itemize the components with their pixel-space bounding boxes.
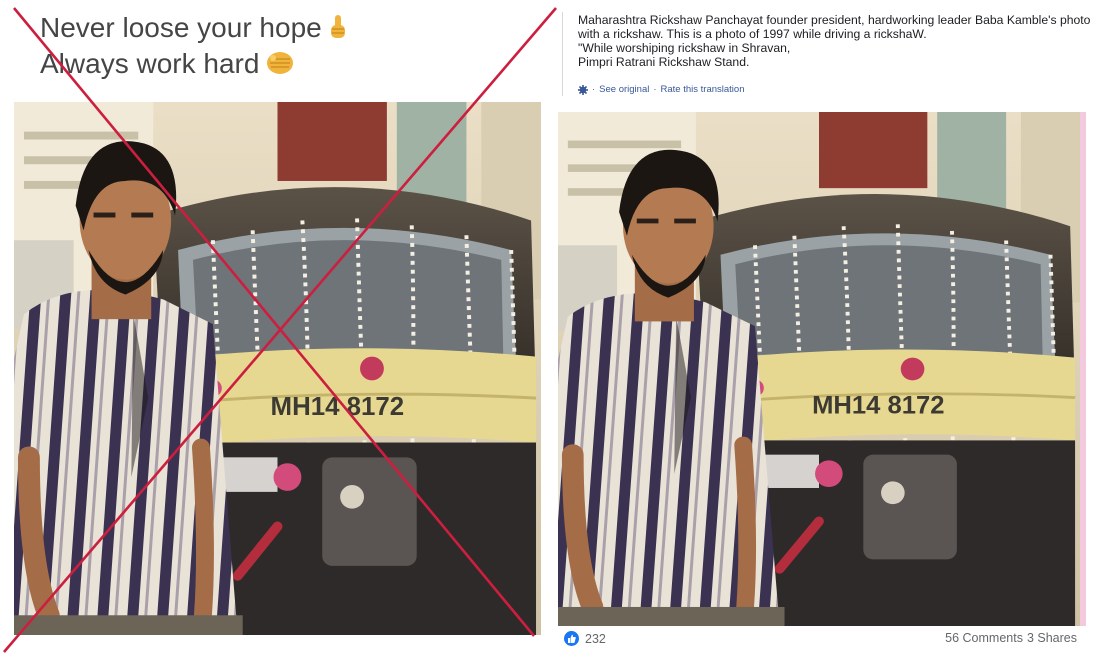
caption-line-2: Always work hard (40, 48, 295, 83)
see-original-link[interactable]: See original (599, 84, 649, 95)
post-text-line: Maharashtra Rickshaw Panchayat founder p… (578, 13, 1091, 27)
gear-icon (578, 84, 588, 95)
fake-photo: MH14 8172 (14, 102, 541, 635)
separator-dot: · (653, 84, 657, 95)
post-text-line: Pimpri Ratrani Rickshaw Stand. (578, 55, 750, 69)
fist-icon (265, 50, 295, 83)
finger-pointing-up-icon (328, 14, 348, 47)
caption-text-2: Always work hard (40, 48, 260, 79)
shares-link[interactable]: 3 Shares (1027, 631, 1077, 645)
engagement-counts: 56 Comments 3 Shares (945, 631, 1077, 645)
post-body: Maharashtra Rickshaw Panchayat founder p… (578, 13, 1090, 69)
rate-translation-link[interactable]: Rate this translation (661, 84, 745, 95)
plate-text: MH14 8172 (812, 392, 944, 420)
caption-text-1: Never loose your hope (40, 12, 322, 43)
translation-bar: · See original · Rate this translation (578, 84, 744, 95)
like-count: 232 (585, 631, 606, 646)
fake-post: Never loose your hope Always work hard M… (0, 0, 557, 659)
caption-line-1: Never loose your hope (40, 12, 348, 47)
comments-link[interactable]: 56 Comments (945, 631, 1023, 645)
like-summary[interactable]: 232 (564, 631, 606, 646)
plate-text: MH14 8172 (271, 393, 405, 421)
like-icon (564, 631, 579, 646)
post-divider (562, 12, 563, 96)
original-photo[interactable]: MH14 8172 (558, 112, 1086, 626)
post-text-line: "While worshiping rickshaw in Shravan, (578, 41, 791, 55)
separator-dot: · (592, 84, 596, 95)
post-text-line: with a rickshaw. This is a photo of 1997… (578, 27, 927, 41)
